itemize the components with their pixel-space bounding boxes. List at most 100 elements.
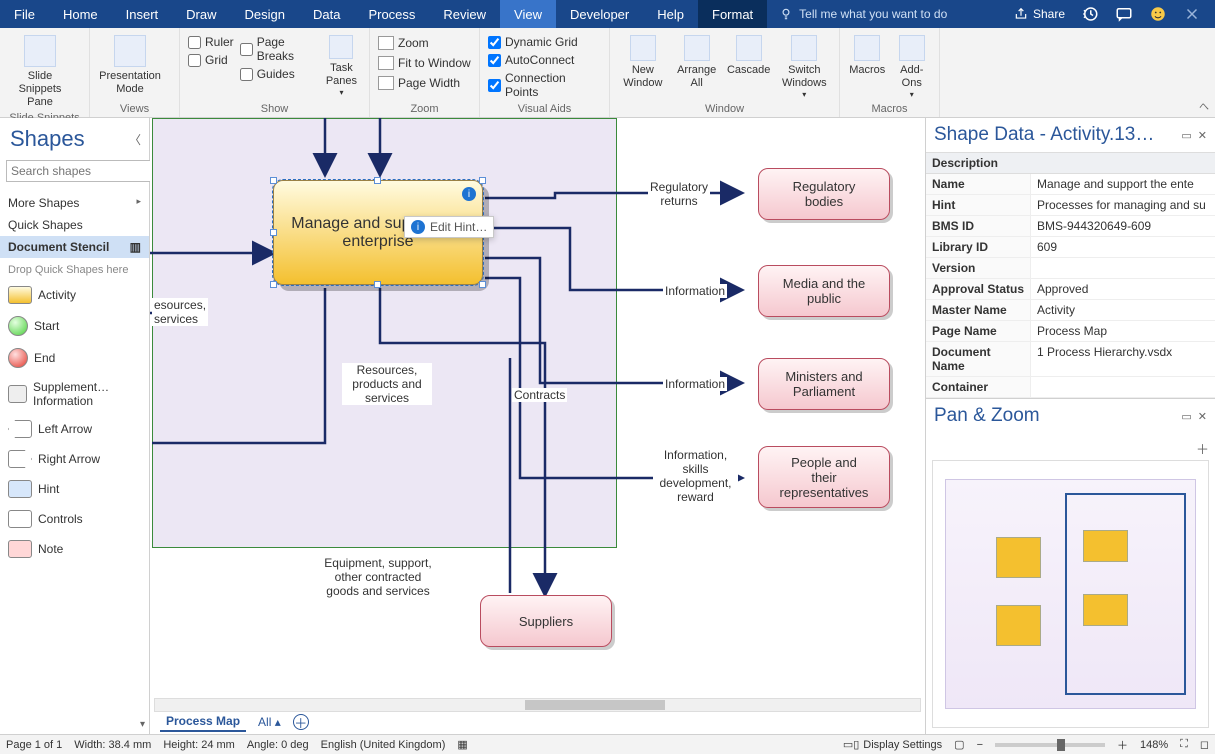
stencil-item-activity[interactable]: Activity — [4, 280, 145, 310]
shapedata-dock-icon[interactable]: ▭ — [1181, 129, 1191, 142]
panzoom-thumbnail[interactable] — [932, 460, 1209, 728]
stencil-item-left-arrow[interactable]: Left Arrow — [4, 414, 145, 444]
zoom-out-icon[interactable]: − — [977, 739, 983, 751]
fit-window-button[interactable]: Fit to Window — [378, 55, 471, 71]
panzoom-zoomin-icon[interactable]: ＋ — [1196, 442, 1209, 457]
document-stencil-link[interactable]: Document Stencil ▥ — [0, 236, 149, 258]
share-button[interactable]: Share — [1014, 7, 1065, 21]
new-window-button[interactable]: New Window — [618, 31, 668, 90]
stencil-item-controls[interactable]: Controls — [4, 504, 145, 534]
shapedata-close-icon[interactable]: ✕ — [1198, 129, 1207, 142]
shapes-title: Shapes — [10, 126, 85, 152]
shapedata-section: Description — [926, 152, 1215, 174]
slide-snippets-pane-button[interactable]: Slide Snippets Pane — [8, 31, 72, 110]
panzoom-dock-icon[interactable]: ▭ — [1181, 410, 1191, 423]
tab-data[interactable]: Data — [299, 0, 354, 28]
shape-regulatory-bodies[interactable]: Regulatory bodies — [758, 168, 890, 220]
smiley-icon[interactable] — [1149, 5, 1167, 23]
status-bar: Page 1 of 1 Width: 38.4 mm Height: 24 mm… — [0, 734, 1215, 754]
history-icon[interactable] — [1081, 5, 1099, 23]
edit-hint-popup[interactable]: i Edit Hint… — [404, 216, 494, 238]
stencil-item-note[interactable]: Note — [4, 534, 145, 564]
zoom-button[interactable]: Zoom — [378, 35, 471, 51]
panzoom-title: Pan & Zoom — [934, 405, 1040, 427]
add-sheet-button[interactable]: ＋ — [293, 714, 309, 730]
switch-windows-button[interactable]: Switch Windows▾ — [778, 31, 831, 100]
h-scrollbar[interactable] — [154, 698, 921, 712]
presentation-view-icon[interactable]: ▢ — [954, 738, 964, 751]
tab-insert[interactable]: Insert — [112, 0, 173, 28]
cascade-button[interactable]: Cascade — [726, 31, 772, 77]
close-icon[interactable] — [1183, 5, 1201, 23]
shapedata-row[interactable]: Version — [926, 258, 1215, 279]
shape-media-public[interactable]: Media and the public — [758, 265, 890, 317]
page-width-button[interactable]: Page Width — [378, 75, 471, 91]
stencil-item-end[interactable]: End — [4, 342, 145, 374]
tell-me[interactable]: Tell me what you want to do — [767, 0, 1000, 28]
sheet-all[interactable]: All ▴ — [258, 715, 281, 729]
shapes-collapse-icon[interactable]: 〈 — [129, 131, 141, 148]
zoom-level[interactable]: 148% — [1140, 739, 1168, 751]
tab-process[interactable]: Process — [354, 0, 429, 28]
status-lang[interactable]: English (United Kingdom) — [321, 739, 446, 751]
tab-review[interactable]: Review — [429, 0, 500, 28]
ribbon-collapse-icon[interactable]: へ — [1199, 98, 1209, 113]
fit-page-icon[interactable]: ⛶ — [1180, 738, 1188, 751]
presentation-mode-button[interactable]: Presentation Mode — [98, 31, 162, 96]
tab-draw[interactable]: Draw — [172, 0, 230, 28]
tab-format[interactable]: Format — [698, 0, 767, 28]
sheet-tab-process-map[interactable]: Process Map — [160, 712, 246, 732]
shapes-panel-more-icon[interactable]: ▾ — [140, 719, 145, 730]
display-settings[interactable]: ▭▯ Display Settings — [843, 738, 942, 751]
tab-developer[interactable]: Developer — [556, 0, 643, 28]
menubar: File Home Insert Draw Design Data Proces… — [0, 0, 1215, 28]
shape-suppliers[interactable]: Suppliers — [480, 595, 612, 647]
stencil-item-right-arrow[interactable]: Right Arrow — [4, 444, 145, 474]
quick-shapes-link[interactable]: Quick Shapes — [0, 214, 149, 236]
autoconnect-checkbox[interactable]: AutoConnect — [488, 53, 601, 67]
canvas[interactable]: Manage and support the enterprise i i Ed… — [150, 118, 925, 734]
full-screen-icon[interactable]: ◻ — [1200, 738, 1209, 751]
connpoints-checkbox[interactable]: Connection Points — [488, 71, 601, 99]
status-width: Width: 38.4 mm — [74, 739, 151, 751]
shapedata-row[interactable]: HintProcesses for managing and su — [926, 195, 1215, 216]
chat-icon[interactable] — [1115, 5, 1133, 23]
stencil-item-hint[interactable]: Hint — [4, 474, 145, 504]
tab-file[interactable]: File — [0, 0, 49, 28]
shape-people-reps[interactable]: People and their representatives — [758, 446, 890, 508]
shapedata-row[interactable]: Master NameActivity — [926, 300, 1215, 321]
label-equipment: Equipment, support, other contracted goo… — [308, 556, 448, 598]
stencil-item-supplement-information[interactable]: Supplement… Information — [4, 374, 145, 414]
addons-button[interactable]: Add- Ons▾ — [893, 31, 932, 100]
dyngrid-checkbox[interactable]: Dynamic Grid — [488, 35, 601, 49]
shapedata-row[interactable]: Container — [926, 377, 1215, 398]
group-window: Window — [618, 101, 831, 117]
ruler-checkbox[interactable]: Ruler — [188, 35, 234, 49]
shapedata-row[interactable]: Library ID609 — [926, 237, 1215, 258]
tab-view[interactable]: View — [500, 0, 556, 28]
info-icon[interactable]: i — [462, 187, 476, 201]
shapes-search-input[interactable] — [6, 160, 171, 182]
stencil-item-start[interactable]: Start — [4, 310, 145, 342]
more-shapes-link[interactable]: More Shapes▸ — [0, 192, 149, 214]
macro-record-icon[interactable]: ▦ — [457, 738, 467, 751]
shapedata-row[interactable]: Document Name1 Process Hierarchy.vsdx — [926, 342, 1215, 377]
macros-button[interactable]: Macros — [848, 31, 887, 77]
tab-home[interactable]: Home — [49, 0, 112, 28]
shapedata-row[interactable]: Page NameProcess Map — [926, 321, 1215, 342]
pagebreaks-checkbox[interactable]: Page Breaks — [240, 35, 316, 63]
shapedata-row[interactable]: NameManage and support the ente — [926, 174, 1215, 195]
shapedata-row[interactable]: Approval StatusApproved — [926, 279, 1215, 300]
task-panes-button[interactable]: Task Panes▾ — [322, 31, 361, 98]
shapedata-row[interactable]: BMS IDBMS-944320649-609 — [926, 216, 1215, 237]
zoom-in-icon[interactable]: ＋ — [1117, 737, 1128, 753]
tab-help[interactable]: Help — [643, 0, 698, 28]
panzoom-close-icon[interactable]: ✕ — [1198, 410, 1207, 423]
shape-ministers-parliament[interactable]: Ministers and Parliament — [758, 358, 890, 410]
status-height: Height: 24 mm — [163, 739, 235, 751]
arrange-all-button[interactable]: Arrange All — [674, 31, 720, 90]
tab-design[interactable]: Design — [231, 0, 299, 28]
guides-checkbox[interactable]: Guides — [240, 67, 316, 81]
grid-checkbox[interactable]: Grid — [188, 53, 234, 67]
zoom-slider[interactable] — [995, 743, 1105, 747]
